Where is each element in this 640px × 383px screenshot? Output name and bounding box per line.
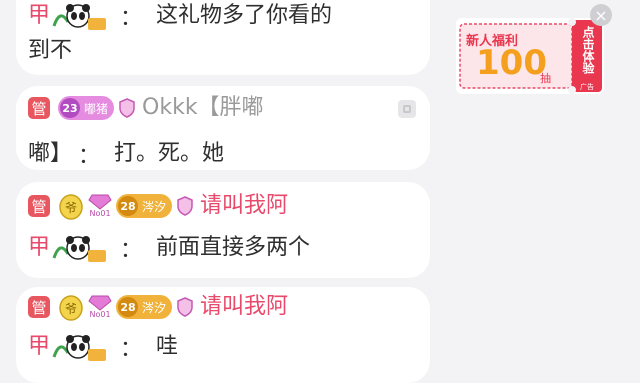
promo-banner[interactable]: 新人福利 100 抽 点击体验 广告 — [456, 18, 604, 94]
svg-text:爷: 爷 — [65, 201, 77, 215]
colon: ： — [120, 6, 143, 31]
chat-area: 甲 ： 这礼物多了你看的 到不 管 23 嘟猪 Okkk【胖嘟 嘟】 ： 打。死… — [0, 0, 445, 383]
rank-badge: No01 — [88, 295, 112, 319]
manager-badge: 管 — [28, 195, 50, 217]
role-char: 甲 — [28, 235, 51, 260]
username[interactable]: Okkk【胖嘟 — [142, 97, 264, 119]
message-text: 这礼物多了你看的 — [156, 3, 333, 28]
fan-level-badge: 28 涔汐 — [116, 295, 173, 319]
guard-shield-icon — [119, 98, 135, 118]
ad-tag: 广告 — [580, 83, 594, 91]
fan-level-number: 28 — [118, 196, 138, 216]
panda-gift-icon — [52, 335, 107, 361]
chat-message[interactable]: 甲 ： 这礼物多了你看的 到不 — [16, 0, 430, 75]
manager-badge: 管 — [28, 296, 50, 318]
guard-shield-icon — [177, 196, 193, 216]
username[interactable]: 请叫我阿 — [200, 296, 288, 318]
message-text-continued: 到不 — [28, 38, 73, 63]
promo-amount: 100 — [476, 43, 547, 83]
username[interactable]: 请叫我阿 — [200, 195, 288, 217]
manager-badge: 管 — [28, 97, 50, 119]
role-char: 甲 — [28, 3, 51, 28]
chat-message[interactable]: 管 23 嘟猪 Okkk【胖嘟 嘟】 ： 打。死。她 — [16, 86, 430, 170]
chat-message[interactable]: 管 爷 No01 28 涔汐 请叫我阿 甲 — [16, 287, 430, 383]
message-text: 打。死。她 — [114, 141, 225, 166]
colon: ： — [120, 238, 143, 263]
fan-level-badge: 28 涔汐 — [116, 194, 173, 218]
diamond-icon — [88, 194, 112, 210]
message-text: 前面直接多两个 — [156, 235, 311, 260]
role-char: 甲 — [28, 334, 51, 359]
gold-coin-badge-icon: 爷 — [59, 194, 83, 220]
fan-level-badge: 23 嘟猪 — [58, 96, 115, 120]
rank-badge: No01 — [88, 194, 112, 218]
panda-gift-icon — [52, 236, 107, 262]
colon: ： — [120, 337, 143, 362]
message-text: 哇 — [156, 334, 179, 359]
fan-club-name: 涔汐 — [142, 300, 167, 315]
fan-club-name: 涔汐 — [142, 199, 167, 214]
promo-cta[interactable]: 点击体验 — [577, 26, 597, 74]
guard-shield-icon — [177, 297, 193, 317]
rank-label: No01 — [89, 209, 111, 218]
fan-level-number: 28 — [118, 297, 138, 317]
panda-gift-icon — [52, 4, 107, 30]
diamond-icon — [88, 295, 112, 311]
gold-coin-badge-icon: 爷 — [59, 295, 83, 321]
close-icon[interactable]: × — [590, 4, 612, 26]
colon: ： — [78, 144, 101, 169]
fan-club-name: 嘟猪 — [84, 101, 109, 116]
reply-icon[interactable] — [398, 100, 416, 118]
fan-level-number: 23 — [60, 98, 80, 118]
svg-text:爷: 爷 — [65, 302, 77, 316]
rank-label: No01 — [89, 310, 111, 319]
chat-message[interactable]: 管 爷 No01 28 涔汐 请叫我阿 甲 — [16, 182, 430, 278]
username-continued: 嘟】 — [28, 141, 73, 166]
promo-unit: 抽 — [540, 72, 551, 85]
